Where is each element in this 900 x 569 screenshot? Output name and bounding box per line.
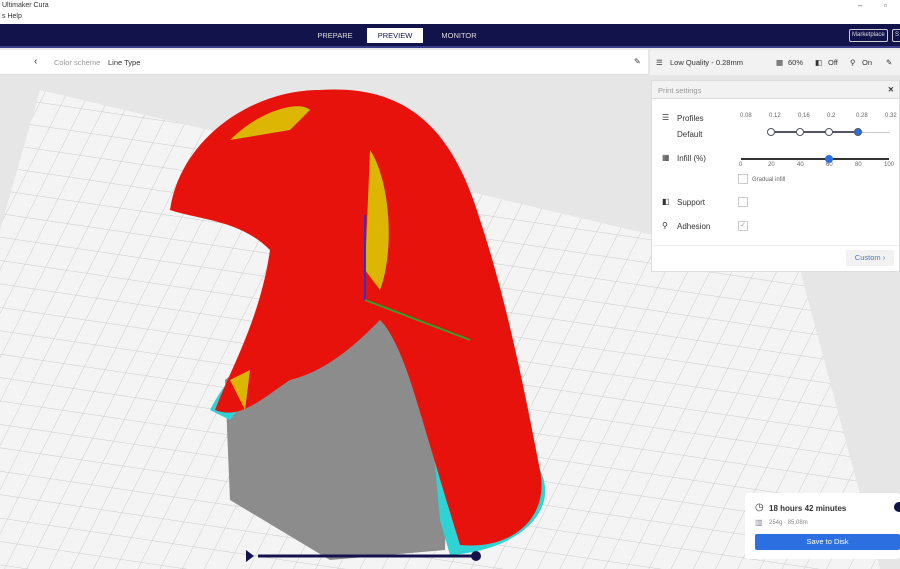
- custom-button[interactable]: Custom ›: [846, 250, 894, 266]
- sign-in-button[interactable]: S: [892, 29, 900, 42]
- layer-height-tick: 0.28: [856, 113, 868, 119]
- layer-height-tick: 0.32: [885, 113, 897, 119]
- material-usage: 254g · 85.08m: [769, 520, 808, 526]
- support-summary: Off: [828, 58, 838, 67]
- infill-tick: 80: [855, 162, 862, 168]
- layer-slider-handle: [471, 551, 481, 561]
- gradual-infill-label: Gradual infill: [752, 177, 786, 183]
- profile-name: Default: [677, 130, 703, 139]
- infill-tick: 40: [797, 162, 804, 168]
- top-navigation: PREPARE PREVIEW MONITOR Marketplace S: [0, 24, 900, 48]
- layer-height-option[interactable]: [796, 128, 804, 136]
- layer-height-tick: 0.12: [769, 113, 781, 119]
- print-settings-bar[interactable]: ☰ Low Quality - 0.28mm ▦ 60% ◧ Off ⚲ On …: [650, 50, 900, 75]
- spool-icon: ▥: [755, 518, 763, 527]
- save-to-disk-button[interactable]: Save to Disk: [755, 534, 900, 550]
- layer-height-option[interactable]: [854, 128, 862, 136]
- infill-slider-handle[interactable]: [824, 155, 833, 163]
- clock-icon: ◷: [755, 502, 764, 513]
- color-scheme-value[interactable]: Line Type: [108, 58, 140, 67]
- pencil-icon[interactable]: ✎: [634, 57, 641, 66]
- close-icon[interactable]: ✕: [888, 85, 894, 94]
- infill-tick: 20: [768, 162, 775, 168]
- marketplace-button[interactable]: Marketplace: [849, 29, 888, 42]
- title-bar: Ultimaker Cura – ▫: [0, 0, 900, 13]
- color-scheme-label: Color scheme: [54, 58, 101, 67]
- profiles-icon: ☰: [662, 113, 670, 122]
- adhesion-checkbox[interactable]: ✓: [738, 221, 748, 231]
- infill-tick: 0: [739, 162, 743, 168]
- infill-slider[interactable]: [741, 158, 889, 160]
- profile-icon: ☰: [656, 58, 663, 67]
- print-summary: ◷ 18 hours 42 minutes ▥ 254g · 85.08m Sa…: [745, 493, 900, 559]
- infill-icon: ▦: [776, 58, 784, 67]
- restore-button[interactable]: ▫: [884, 1, 887, 10]
- adhesion-icon: ⚲: [850, 58, 856, 67]
- tab-preview[interactable]: PREVIEW: [367, 28, 423, 43]
- panel-title: Print settings: [658, 86, 702, 95]
- layer-height-tick: 0.16: [798, 113, 810, 119]
- infill-summary: 60%: [788, 58, 804, 67]
- tab-monitor[interactable]: MONITOR: [431, 28, 487, 43]
- layer-height-option[interactable]: [767, 128, 775, 136]
- minimize-button[interactable]: –: [858, 1, 862, 10]
- collapse-chevron-icon[interactable]: ‹: [34, 56, 37, 67]
- print-time: 18 hours 42 minutes: [769, 504, 847, 513]
- layer-height-option[interactable]: [825, 128, 833, 136]
- profiles-label: Profiles: [677, 114, 704, 123]
- menu-bar: s Help: [0, 13, 900, 24]
- support-label: Support: [677, 198, 706, 207]
- support-checkbox[interactable]: [738, 197, 748, 207]
- profile-summary: Low Quality - 0.28mm: [670, 58, 743, 67]
- pencil-icon[interactable]: ✎: [886, 58, 892, 67]
- support-icon: ◧: [662, 197, 670, 206]
- info-button[interactable]: [894, 502, 900, 512]
- infill-tick: 100: [884, 162, 895, 168]
- gradual-infill-checkbox[interactable]: [738, 174, 748, 184]
- adhesion-label: Adhesion: [677, 222, 711, 231]
- adhesion-icon: ⚲: [662, 221, 668, 230]
- infill-icon: ▦: [662, 153, 670, 162]
- support-icon: ◧: [815, 58, 823, 67]
- layer-height-tick: 0.2: [827, 113, 836, 119]
- window-title: Ultimaker Cura: [2, 2, 49, 9]
- menu-help[interactable]: s Help: [2, 13, 22, 20]
- infill-label: Infill (%): [677, 154, 706, 163]
- print-settings-panel: Print settings ✕ ☰ Profiles Default 0.08…: [651, 80, 900, 272]
- tab-prepare[interactable]: PREPARE: [307, 28, 363, 43]
- color-scheme-bar[interactable]: ‹ Color scheme Line Type ✎: [0, 50, 648, 75]
- adhesion-summary: On: [862, 58, 873, 67]
- layer-height-tick: 0.08: [740, 113, 752, 119]
